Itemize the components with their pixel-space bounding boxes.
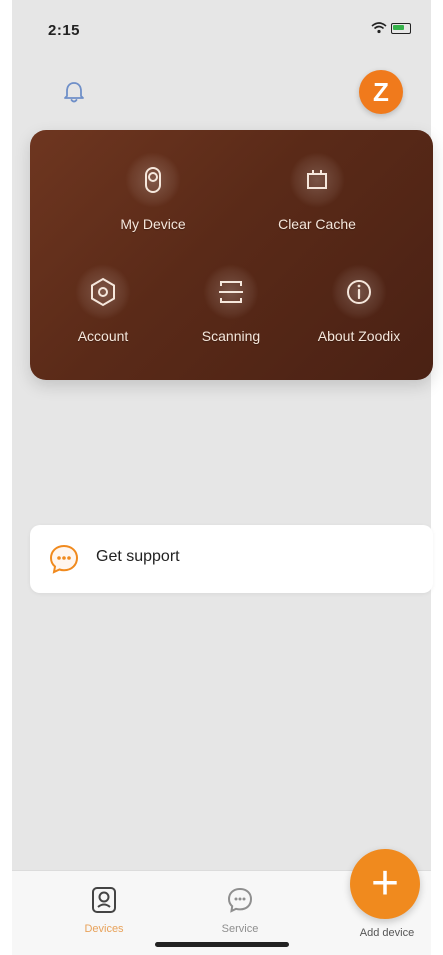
service-chat-icon bbox=[227, 887, 253, 913]
tab-service[interactable]: Service bbox=[200, 883, 280, 935]
about-icon bbox=[331, 264, 387, 320]
tab-devices-label: Devices bbox=[84, 923, 124, 935]
menu-item-about[interactable]: About Zoodix bbox=[294, 264, 424, 364]
get-support-row[interactable]: Get support bbox=[30, 525, 433, 593]
menu-item-label: Account bbox=[77, 328, 129, 344]
notification-bell-icon[interactable] bbox=[60, 78, 88, 106]
menu-item-clear-cache[interactable]: Clear Cache bbox=[252, 152, 382, 252]
account-icon bbox=[75, 264, 131, 320]
add-device-label: Add device bbox=[359, 927, 415, 939]
battery-icon bbox=[391, 22, 411, 34]
frame-left bbox=[0, 0, 12, 955]
menu-item-scanning[interactable]: Scanning bbox=[166, 264, 296, 364]
user-avatar[interactable]: Z bbox=[359, 70, 403, 114]
scanning-icon bbox=[203, 264, 259, 320]
menu-item-label: My Device bbox=[120, 216, 186, 232]
tab-devices[interactable]: Devices bbox=[64, 883, 144, 935]
top-row: Z bbox=[12, 70, 431, 122]
get-support-label: Get support bbox=[96, 548, 180, 565]
menu-item-account[interactable]: Account bbox=[38, 264, 168, 364]
chat-support-icon bbox=[49, 544, 79, 574]
status-time: 2:15 bbox=[48, 22, 81, 39]
devices-icon bbox=[92, 887, 116, 913]
status-bar: 2:15 bbox=[12, 0, 431, 60]
tab-service-label: Service bbox=[221, 923, 259, 935]
app-screen: 2:15 Z My Device Clear Cache Account Sca… bbox=[0, 0, 443, 955]
status-icons bbox=[371, 22, 411, 34]
device-icon bbox=[125, 152, 181, 208]
menu-item-label: About Zoodix bbox=[317, 328, 401, 344]
menu-item-my-device[interactable]: My Device bbox=[88, 152, 218, 252]
wifi-icon bbox=[371, 22, 387, 34]
clear-cache-icon bbox=[289, 152, 345, 208]
home-indicator bbox=[155, 942, 289, 947]
menu-item-label: Clear Cache bbox=[278, 216, 356, 232]
plus-icon: + bbox=[370, 857, 400, 910]
menu-card: My Device Clear Cache Account Scanning A… bbox=[30, 130, 433, 380]
add-device-button[interactable]: + bbox=[350, 849, 420, 919]
menu-item-label: Scanning bbox=[201, 328, 261, 344]
